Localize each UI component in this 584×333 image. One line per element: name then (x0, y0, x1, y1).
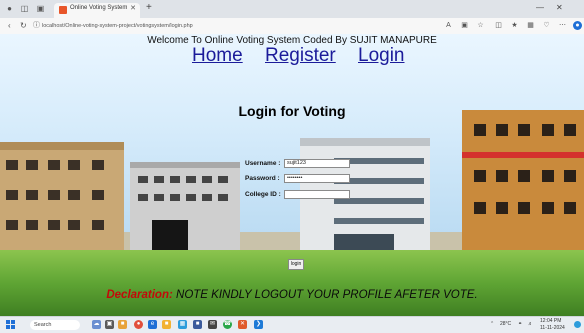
address-bar-row: ‹ ↻ ⓘ localhost/Online-voting-system-pro… (0, 18, 584, 35)
tray-expand-icon[interactable]: ⌃ (490, 321, 494, 327)
page-title: Login for Voting (238, 103, 346, 119)
xampp-icon[interactable]: ✕ (238, 320, 247, 329)
vscode-icon[interactable]: ❯ (254, 320, 263, 329)
login-link[interactable]: Login (358, 45, 405, 67)
home-link[interactable]: Home (192, 45, 243, 67)
wifi-icon[interactable]: ⚭ (518, 321, 522, 327)
refresh-icon[interactable]: ↻ (20, 21, 27, 30)
whatsapp-icon[interactable]: ☎ (223, 320, 232, 329)
declaration-text: NOTE KINDLY LOGOUT YOUR PROFILE AFETER V… (176, 289, 478, 301)
notification-icon[interactable] (574, 321, 581, 328)
file-explorer-icon[interactable]: ■ (118, 320, 127, 329)
username-field[interactable]: sujit123 (284, 159, 350, 168)
windows-start-icon[interactable] (6, 320, 15, 329)
collections-icon[interactable]: ▦ (526, 21, 535, 30)
copilot-icon[interactable]: ● (573, 21, 582, 30)
immersive-reader-icon[interactable]: ▣ (460, 21, 469, 30)
tab-title: Online Voting System (70, 5, 128, 11)
new-tab-icon[interactable]: + (146, 2, 152, 13)
url-field[interactable]: localhost/Online-voting-system-project/v… (42, 21, 432, 31)
folder-icon[interactable]: ■ (162, 320, 171, 329)
taskbar-search[interactable]: Search (30, 320, 80, 330)
register-link[interactable]: Register (265, 45, 336, 67)
close-tab-icon[interactable]: ✕ (130, 4, 136, 12)
more-menu-icon[interactable]: ⋯ (558, 21, 567, 30)
site-favicon-icon (59, 6, 67, 14)
close-window-icon[interactable]: ✕ (556, 3, 563, 12)
site-info-icon[interactable]: ⓘ (33, 21, 40, 30)
browser-tab[interactable]: Online Voting System ✕ (54, 3, 140, 18)
edge-icon[interactable]: e (148, 320, 157, 329)
minimize-icon[interactable]: — (536, 3, 544, 12)
login-form: Username : sujit123 Password : •••••••• … (240, 158, 370, 270)
tab-strip: ● ◫ ▣ Online Voting System ✕ + — ✕ (0, 0, 584, 18)
clock-date[interactable]: 11-11-2024 (540, 325, 565, 331)
college-id-field[interactable] (284, 190, 350, 199)
chrome-icon[interactable]: ● (134, 320, 143, 329)
middle-building (130, 162, 240, 252)
volume-icon[interactable]: ♬ (528, 321, 533, 327)
back-icon[interactable]: ‹ (8, 21, 11, 30)
password-field[interactable]: •••••••• (284, 174, 350, 183)
split-screen-icon[interactable]: ◫ (494, 21, 503, 30)
college-id-label: College ID : (245, 191, 281, 198)
login-button[interactable]: login (288, 259, 304, 270)
left-building (0, 142, 124, 252)
browser-essentials-icon[interactable]: ♡ (542, 21, 551, 30)
tab-actions-icon[interactable]: ▣ (36, 4, 45, 13)
taskbar: Search ☁ ▣ ■ ● e ■ ▦ ■ ✉ ☎ ✕ ❯ ⌃ 28°C ⚭ … (0, 316, 584, 333)
favorites-icon[interactable]: ★ (510, 21, 519, 30)
page-viewport: Welcome To Online Voting System Coded By… (0, 34, 584, 316)
store-icon[interactable]: ▦ (178, 320, 187, 329)
favorite-star-icon[interactable]: ☆ (476, 21, 485, 30)
username-label: Username : (245, 160, 281, 167)
main-nav: Home Register Login (186, 45, 426, 71)
right-building (462, 110, 584, 252)
widgets-icon[interactable]: ☁ (92, 320, 101, 329)
tray-temperature[interactable]: 28°C (500, 321, 511, 327)
profile-icon[interactable]: ● (5, 4, 14, 13)
clock-time[interactable]: 12:04 PM (540, 318, 561, 324)
declaration-label: Declaration: (106, 289, 173, 301)
password-label: Password : (245, 175, 280, 182)
app-icon[interactable]: ■ (193, 320, 202, 329)
read-aloud-icon[interactable]: A (444, 21, 453, 30)
workspaces-icon[interactable]: ◫ (20, 4, 29, 13)
mail-icon[interactable]: ✉ (208, 320, 217, 329)
task-view-icon[interactable]: ▣ (105, 320, 114, 329)
declaration-note: Declaration: NOTE KINDLY LOGOUT YOUR PRO… (0, 289, 584, 301)
